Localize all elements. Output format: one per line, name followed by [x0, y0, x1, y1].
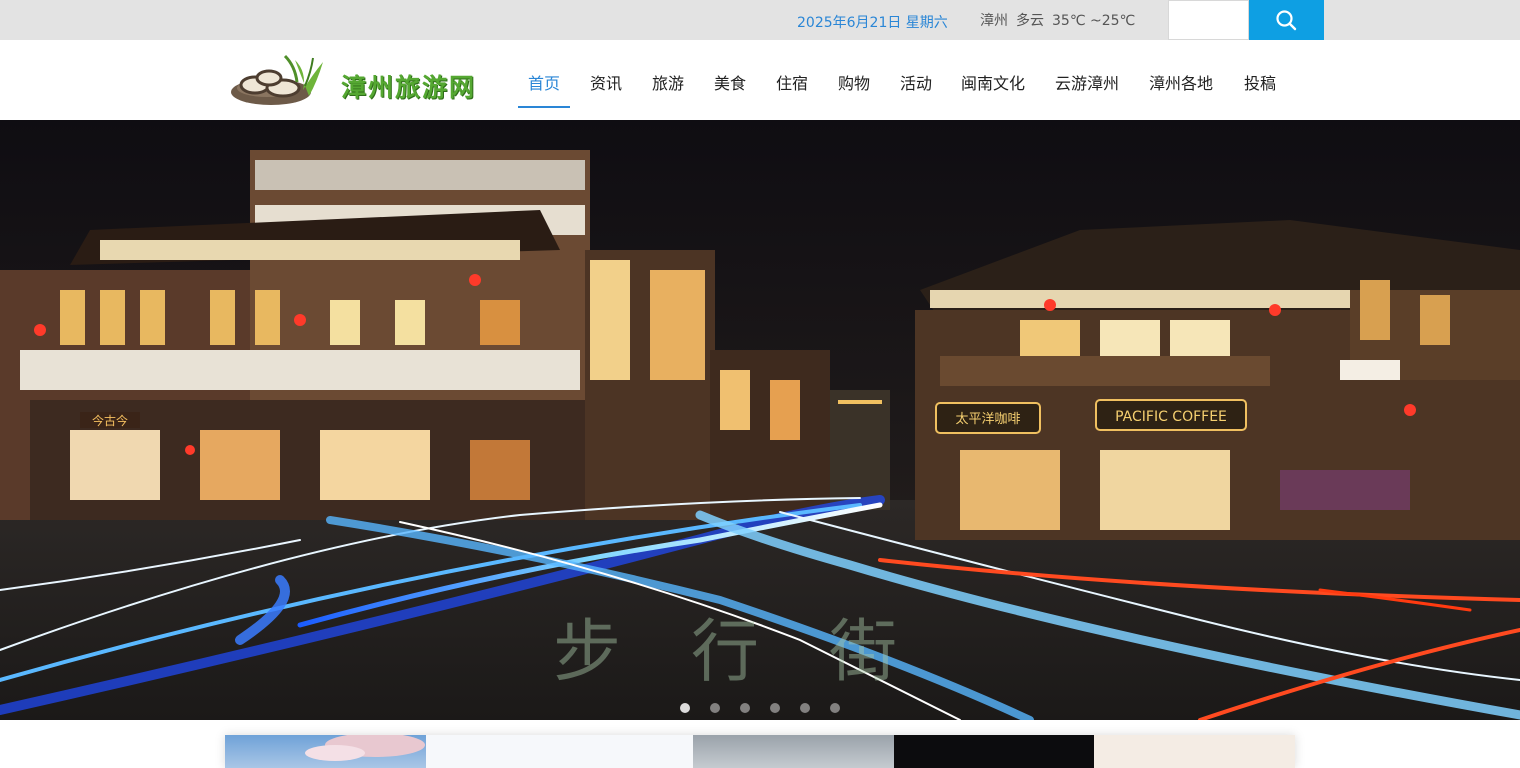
thumbnail-5[interactable] [1094, 735, 1295, 768]
thumbnail-3[interactable] [693, 735, 894, 768]
search-input[interactable] [1168, 0, 1249, 40]
thumbnail-1[interactable] [225, 735, 426, 768]
coffee-shop-sign: PACIFIC COFFEE [1115, 409, 1227, 425]
nav-item-food[interactable]: 美食 [708, 40, 752, 106]
slider-dot-4[interactable] [770, 703, 780, 713]
logo-text: 漳州旅游网 [341, 73, 477, 102]
logo-emblem-icon [231, 54, 323, 105]
nav-item-shopping[interactable]: 购物 [832, 40, 876, 106]
search-button[interactable] [1249, 0, 1324, 40]
slider-dot-6[interactable] [830, 703, 840, 713]
weather-info: 漳州 多云 35℃ ~25℃ [980, 10, 1143, 30]
slider-dot-5[interactable] [800, 703, 810, 713]
nav-item-lodging[interactable]: 住宿 [770, 40, 814, 106]
nav-item-home[interactable]: 首页 [518, 40, 570, 108]
search-icon [1276, 10, 1297, 31]
weather-temperature: 35℃ ~25℃ [1052, 13, 1136, 29]
nav-item-submit[interactable]: 投稿 [1240, 40, 1280, 106]
nav-item-events[interactable]: 活动 [894, 40, 938, 106]
thumbnail-4[interactable] [894, 735, 1094, 768]
weather-condition: 多云 [1016, 13, 1044, 29]
right-building: 太平洋咖啡 PACIFIC COFFEE [915, 220, 1520, 540]
slider-dot-3[interactable] [740, 703, 750, 713]
site-logo[interactable]: 漳州旅游网 [225, 52, 515, 110]
featured-thumbnails [225, 735, 1295, 768]
site-header: 漳州旅游网 首页 资讯 旅游 美食 住宿 购物 活动 闽南文化 云游漳州 漳州各… [0, 40, 1520, 120]
right-shop-sign: 太平洋咖啡 [955, 412, 1020, 427]
nav-item-regions[interactable]: 漳州各地 [1147, 40, 1215, 106]
svg-text:步行街: 步行街 [553, 613, 967, 692]
road-text: 步行街 [553, 613, 967, 692]
current-date: 2025年6月21日 星期六 [797, 15, 948, 31]
top-bar: 2025年6月21日 星期六 漳州 多云 35℃ ~25℃ [0, 0, 1520, 40]
thumbnail-2[interactable] [426, 735, 693, 768]
thumbnail-clouds-image [305, 735, 425, 761]
slider-dot-2[interactable] [710, 703, 720, 713]
banner-night-street-image: 今古今 太平洋咖啡 PACIFIC COFFEE 步行街 [0, 120, 1520, 720]
left-shop-sign: 今古今 [92, 413, 128, 428]
slider-dot-1[interactable] [680, 703, 690, 713]
nav-item-minnan-culture[interactable]: 闽南文化 [959, 40, 1027, 106]
nav-item-news[interactable]: 资讯 [584, 40, 628, 106]
nav-item-travel[interactable]: 旅游 [646, 40, 690, 106]
hero-banner[interactable]: 今古今 太平洋咖啡 PACIFIC COFFEE 步行街 [0, 120, 1520, 720]
weather-city: 漳州 [980, 13, 1008, 29]
nav-item-cloud-tour[interactable]: 云游漳州 [1053, 40, 1121, 106]
